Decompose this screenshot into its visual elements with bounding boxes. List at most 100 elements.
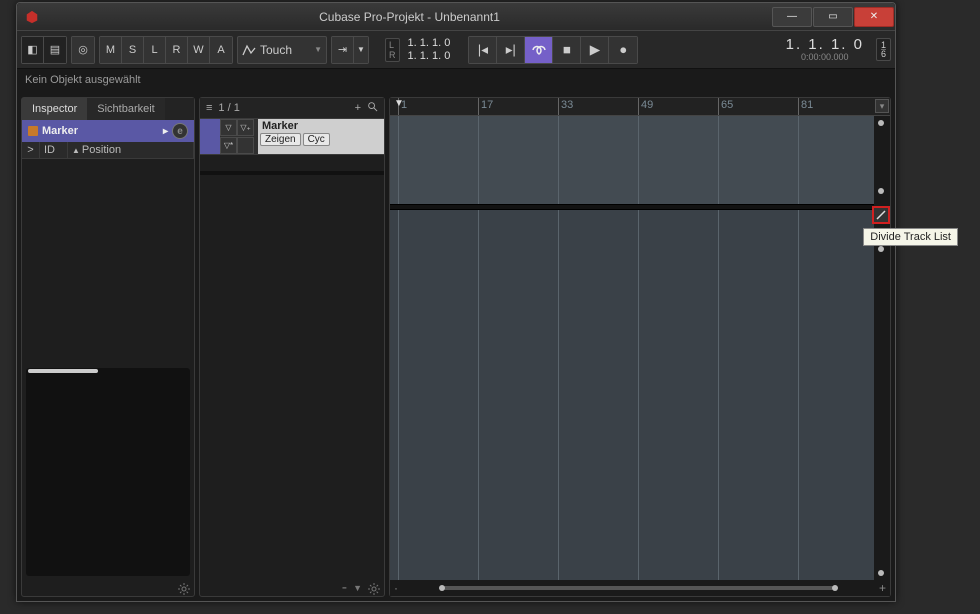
locator-labels: L R: [385, 38, 400, 62]
ruler-options-button[interactable]: ▾: [875, 99, 889, 113]
track-add-cycle-icon[interactable]: ▽*: [220, 137, 237, 154]
locator-times[interactable]: 1. 1. 1. 0 1. 1. 1. 0: [402, 37, 457, 63]
toolbar: ◧ ▤ ◎ M S L R W A Touch ▼ ⇥ ▼ L: [17, 31, 895, 69]
close-button[interactable]: ✕: [854, 7, 894, 27]
inspector-toggle-button[interactable]: ◧: [22, 37, 44, 63]
add-track-button[interactable]: +: [355, 102, 361, 114]
automation-mode-label: Touch: [260, 43, 292, 57]
autoscroll-group: ⇥ ▼: [331, 36, 369, 64]
ruler-tick: 81: [798, 98, 878, 115]
inspector-panel: Inspector Sichtbarkeit Marker ▸ e > ID ▲…: [21, 97, 195, 597]
next-button[interactable]: ▸|: [497, 37, 525, 63]
track-name[interactable]: Marker: [258, 119, 384, 133]
scroll-handle-top[interactable]: [878, 120, 884, 126]
automation-group: M S L R W A: [99, 36, 233, 64]
selection-status: Kein Objekt ausgewählt: [25, 74, 141, 86]
vertical-scrollbar[interactable]: [874, 116, 890, 580]
track-body: Marker Zeigen Cyc: [258, 119, 384, 154]
tracklist-header: ≡ 1 / 1 +: [200, 98, 384, 119]
cycle-markers-button[interactable]: Cyc: [303, 133, 330, 146]
autoscroll-button[interactable]: ⇥: [332, 37, 354, 63]
gear-icon[interactable]: [178, 582, 190, 594]
column-position[interactable]: ▲ Position: [68, 142, 194, 158]
inspector-footer: [22, 580, 194, 596]
scroll-handle-bottom-2[interactable]: [878, 570, 884, 576]
automation-mode-select[interactable]: Touch ▼: [237, 36, 327, 64]
main-area: Inspector Sichtbarkeit Marker ▸ e > ID ▲…: [17, 93, 895, 601]
a-button[interactable]: A: [210, 37, 232, 63]
inspector-track-header[interactable]: Marker ▸ e: [22, 120, 194, 142]
tracklist-body: [200, 175, 384, 580]
prev-button[interactable]: |◂: [469, 37, 497, 63]
time-format-selector[interactable]: 1 6: [876, 38, 891, 61]
divide-tracklist-button[interactable]: [872, 206, 890, 224]
chevron-down-icon[interactable]: ▼: [353, 583, 362, 593]
minimize-button[interactable]: —: [772, 7, 812, 27]
transport-controls: |◂ ▸| ■ ▶ ●: [468, 36, 638, 64]
ruler-tick: 49: [638, 98, 718, 115]
zoom-in-button[interactable]: +: [875, 581, 890, 595]
tracklist-panel: ≡ 1 / 1 + ▽ ▽₊ ▽* Marker Zeigen: [199, 97, 385, 597]
event-grid[interactable]: [390, 116, 874, 580]
track-add-marker-icon[interactable]: ▽₊: [237, 119, 254, 136]
listen-button[interactable]: L: [144, 37, 166, 63]
loop-button[interactable]: [525, 37, 553, 63]
gear-icon[interactable]: [368, 582, 380, 594]
inspector-track-name: Marker: [42, 125, 78, 137]
upper-track-area[interactable]: [390, 116, 874, 204]
primary-time[interactable]: 1. 1. 1. 0: [786, 37, 864, 52]
track-color-swatch[interactable]: [28, 126, 38, 136]
minus-button[interactable]: -: [342, 579, 347, 597]
horizontal-scrollbar[interactable]: [442, 586, 835, 590]
write-button[interactable]: W: [188, 37, 210, 63]
marker-list-header: > ID ▲ Position: [22, 142, 194, 159]
locator-display: L R 1. 1. 1. 0 1. 1. 1. 0: [385, 37, 456, 63]
window-controls: — ▭ ✕: [772, 7, 895, 27]
edit-channel-icon[interactable]: e: [172, 123, 188, 139]
right-locator-time[interactable]: 1. 1. 1. 0: [408, 50, 451, 63]
right-locator-letter: R: [389, 50, 396, 60]
play-button[interactable]: ▶: [581, 37, 609, 63]
marker-track-row[interactable]: ▽ ▽₊ ▽* Marker Zeigen Cyc: [200, 119, 384, 155]
inspector-scrollbar[interactable]: [26, 368, 190, 577]
window-title: Cubase Pro-Projekt - Unbenannt1: [47, 10, 772, 24]
rack-toggle-button[interactable]: ▤: [44, 37, 66, 63]
ruler-tick: 33: [558, 98, 638, 115]
chevron-down-icon: ▼: [314, 45, 322, 54]
primary-time-display[interactable]: 1. 1. 1. 0 0:00:00.000: [778, 37, 872, 62]
activity-indicator: ◎: [71, 36, 95, 64]
scroll-handle-bottom[interactable]: [878, 188, 884, 194]
column-id[interactable]: ID: [40, 142, 68, 158]
tab-inspector[interactable]: Inspector: [22, 98, 87, 120]
record-button[interactable]: ●: [609, 37, 637, 63]
automation-icon: [242, 43, 256, 57]
arrange-panel: ▼ 1 17 33 49 65 81 ▾: [389, 97, 891, 597]
stop-button[interactable]: ■: [553, 37, 581, 63]
scroll-handle-top-2[interactable]: [878, 246, 884, 252]
tracklist-footer: - ▼: [200, 580, 384, 596]
zoom-out-button[interactable]: ·: [390, 581, 402, 595]
left-locator-time[interactable]: 1. 1. 1. 0: [408, 37, 451, 50]
read-button[interactable]: R: [166, 37, 188, 63]
view-toggle-group: ◧ ▤: [21, 36, 67, 64]
track-color-strip[interactable]: [200, 119, 220, 154]
secondary-time[interactable]: 0:00:00.000: [801, 52, 849, 62]
activity-icon: ◎: [72, 37, 94, 63]
expand-collapse-button[interactable]: >: [22, 142, 40, 158]
timeline-ruler[interactable]: ▼ 1 17 33 49 65 81 ▾: [390, 98, 890, 116]
playhead-icon[interactable]: ▼: [394, 98, 404, 109]
autoscroll-menu-button[interactable]: ▼: [354, 37, 368, 63]
ruler-tick: 17: [478, 98, 558, 115]
search-tracks-button[interactable]: [367, 101, 378, 115]
mute-button[interactable]: M: [100, 37, 122, 63]
tracklist-splitter[interactable]: [390, 204, 874, 210]
titlebar[interactable]: Cubase Pro-Projekt - Unbenannt1 — ▭ ✕: [17, 3, 895, 31]
tab-visibility[interactable]: Sichtbarkeit: [87, 98, 164, 120]
maximize-button[interactable]: ▭: [813, 7, 853, 27]
show-markers-button[interactable]: Zeigen: [260, 133, 301, 146]
solo-button[interactable]: S: [122, 37, 144, 63]
hamburger-icon[interactable]: ≡: [206, 102, 212, 114]
expand-arrow-icon[interactable]: ▸: [163, 126, 168, 137]
ruler-tick: 1: [398, 98, 478, 115]
track-filter-icon[interactable]: ▽: [220, 119, 237, 136]
